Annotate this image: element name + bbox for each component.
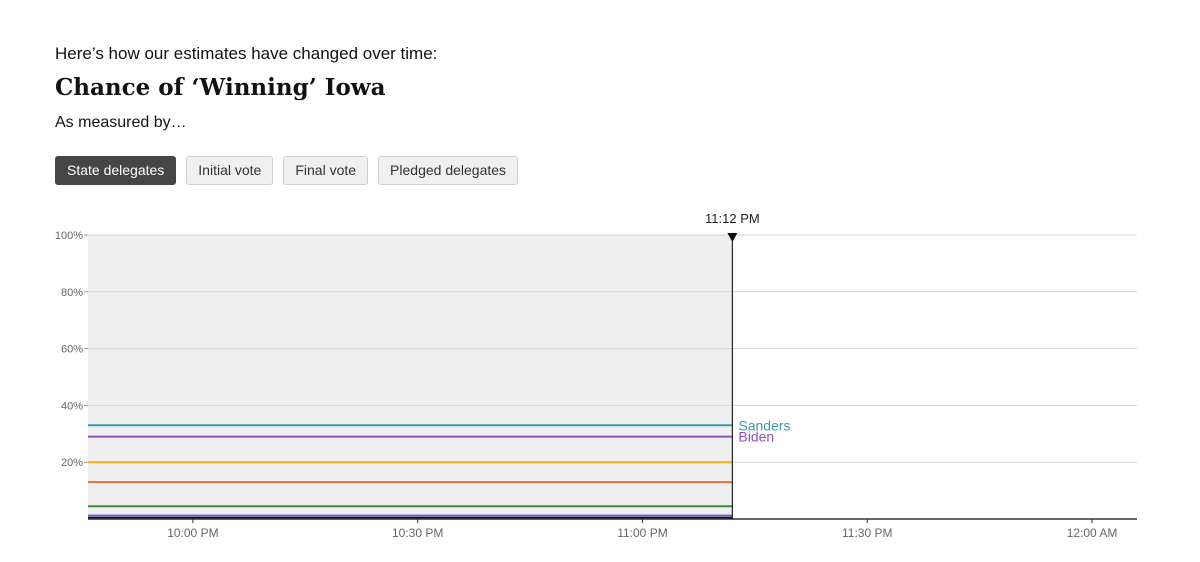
intro-text: Here’s how our estimates have changed ov…: [55, 44, 438, 63]
x-tick-label: 11:00 PM: [617, 526, 667, 540]
x-tick-label: 10:00 PM: [167, 526, 218, 540]
tab-final-vote[interactable]: Final vote: [283, 156, 369, 185]
chart-headline: Chance of ‘Winning’ Iowa: [55, 74, 386, 101]
y-tick-label: 40%: [61, 400, 83, 412]
tab-pledged-delegates[interactable]: Pledged delegates: [378, 156, 519, 185]
tab-initial-vote[interactable]: Initial vote: [186, 156, 274, 185]
elapsed-region: [88, 235, 733, 519]
y-tick-label: 80%: [61, 287, 83, 299]
win-chance-chart: 100%80%60%40%20%SandersBiden10:00 PM 10:3…: [55, 211, 1137, 540]
tab-state-delegates[interactable]: State delegates: [55, 156, 177, 185]
y-tick-label: 20%: [61, 457, 83, 469]
x-tick-label: 12:00 AM: [1067, 526, 1118, 540]
current-time-label: 11:12 PM: [705, 211, 760, 226]
measured-by-label: As measured by…: [55, 114, 187, 131]
y-tick-label: 60%: [61, 344, 83, 356]
x-tick-label: 11:30 PM: [842, 526, 892, 540]
x-tick-label: 10:30 PM: [392, 526, 443, 540]
series-label: Biden: [738, 429, 774, 445]
measure-tabs: State delegates Initial vote Final vote …: [55, 156, 519, 185]
y-tick-label: 100%: [55, 230, 83, 242]
